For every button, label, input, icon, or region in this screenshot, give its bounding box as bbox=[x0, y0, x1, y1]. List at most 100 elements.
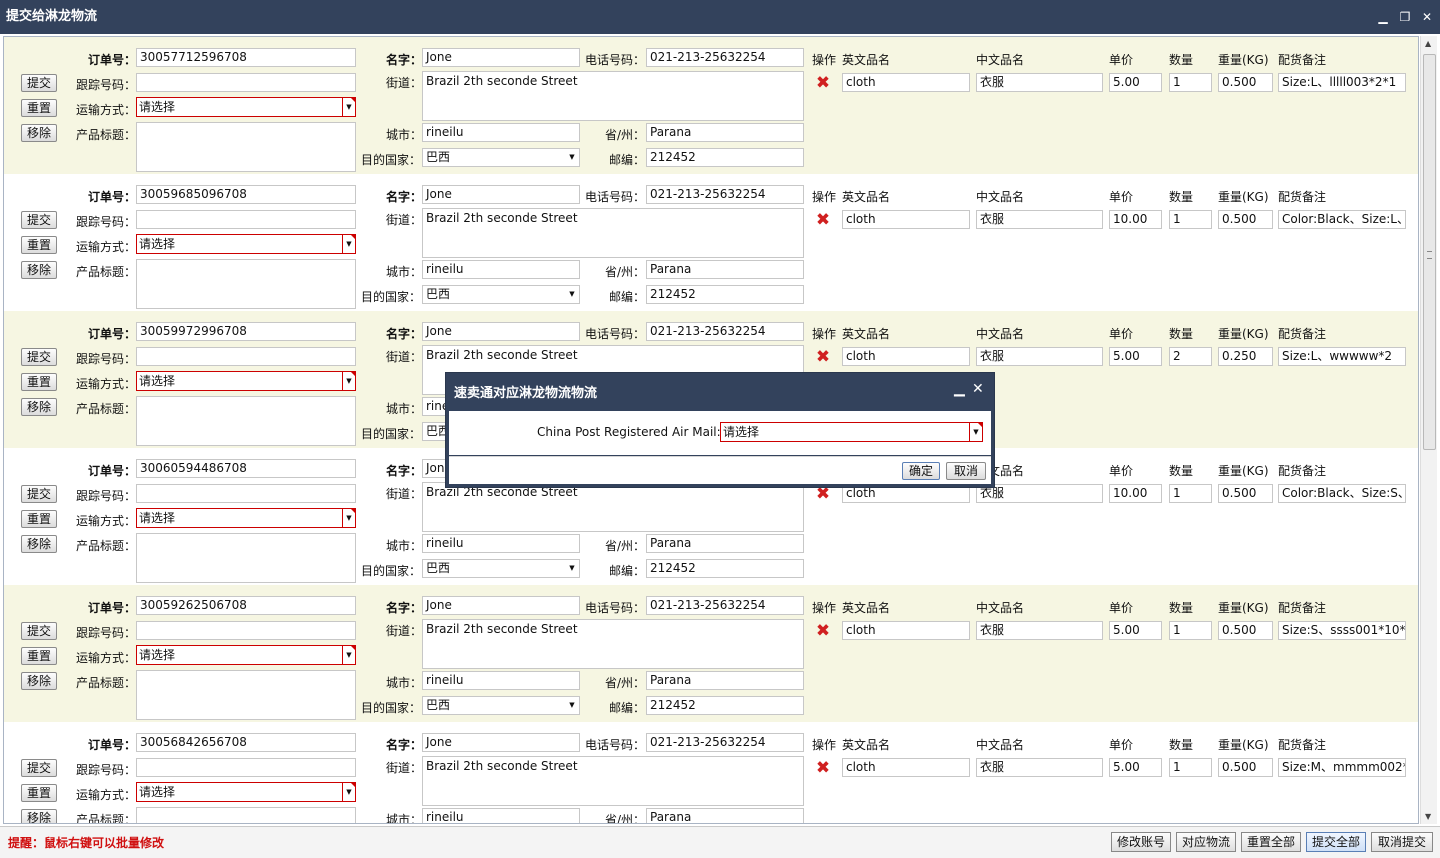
price-field[interactable]: 5.00 bbox=[1109, 758, 1162, 777]
province-field[interactable]: Parana bbox=[646, 123, 804, 142]
cn-name-field[interactable]: 衣服 bbox=[976, 73, 1103, 92]
country-select[interactable]: 巴西 ▼ bbox=[422, 285, 580, 304]
qty-field[interactable]: 2 bbox=[1169, 347, 1212, 366]
remove-button[interactable]: 移除 bbox=[21, 672, 57, 690]
chevron-down-icon[interactable]: ▼ bbox=[565, 149, 579, 166]
delete-icon[interactable]: ✖ bbox=[815, 212, 831, 229]
remove-button[interactable]: 移除 bbox=[21, 398, 57, 416]
tracking-field[interactable] bbox=[136, 210, 356, 229]
order-no-field[interactable]: 30057712596708 bbox=[136, 48, 356, 67]
reset-button[interactable]: 重置 bbox=[21, 784, 57, 802]
close-icon[interactable]: ✕ bbox=[1420, 0, 1434, 34]
price-field[interactable]: 5.00 bbox=[1109, 347, 1162, 366]
submit-button[interactable]: 提交 bbox=[21, 74, 57, 92]
qty-field[interactable]: 1 bbox=[1169, 621, 1212, 640]
cancel-submit-button[interactable]: 取消提交 bbox=[1371, 832, 1433, 852]
en-name-field[interactable]: cloth bbox=[842, 621, 970, 640]
phone-field[interactable]: 021-213-25632254 bbox=[646, 733, 804, 752]
scrollbar-thumb[interactable] bbox=[1423, 54, 1436, 450]
reset-button[interactable]: 重置 bbox=[21, 647, 57, 665]
weight-field[interactable]: 0.500 bbox=[1218, 73, 1273, 92]
product-title-field[interactable] bbox=[136, 807, 356, 823]
submit-button[interactable]: 提交 bbox=[21, 622, 57, 640]
reset-button[interactable]: 重置 bbox=[21, 99, 57, 117]
tracking-field[interactable] bbox=[136, 73, 356, 92]
tracking-field[interactable] bbox=[136, 621, 356, 640]
minimize-icon[interactable]: ▁ bbox=[1376, 0, 1390, 34]
name-field[interactable]: Jone bbox=[422, 322, 580, 341]
dialog-ok-button[interactable]: 确定 bbox=[902, 462, 940, 480]
tracking-field[interactable] bbox=[136, 347, 356, 366]
street-field[interactable]: Brazil 2th seconde Street bbox=[422, 482, 804, 532]
street-field[interactable]: Brazil 2th seconde Street bbox=[422, 619, 804, 669]
cn-name-field[interactable]: 衣服 bbox=[976, 621, 1103, 640]
delete-icon[interactable]: ✖ bbox=[815, 75, 831, 92]
zip-field[interactable]: 212452 bbox=[646, 285, 804, 304]
en-name-field[interactable]: cloth bbox=[842, 73, 970, 92]
modify-account-button[interactable]: 修改账号 bbox=[1111, 832, 1171, 852]
qty-field[interactable]: 1 bbox=[1169, 73, 1212, 92]
weight-field[interactable]: 0.500 bbox=[1218, 758, 1273, 777]
dialog-minimize-icon[interactable]: ▁ bbox=[954, 381, 965, 397]
remove-button[interactable]: 移除 bbox=[21, 261, 57, 279]
delete-icon[interactable]: ✖ bbox=[815, 486, 831, 503]
name-field[interactable]: Jone bbox=[422, 733, 580, 752]
weight-field[interactable]: 0.500 bbox=[1218, 210, 1273, 229]
chevron-down-icon[interactable]: ▼ bbox=[565, 697, 579, 714]
price-field[interactable]: 5.00 bbox=[1109, 73, 1162, 92]
reset-all-button[interactable]: 重置全部 bbox=[1241, 832, 1301, 852]
note-field[interactable]: Size:M、mmmm002* bbox=[1278, 758, 1406, 777]
weight-field[interactable]: 0.500 bbox=[1218, 621, 1273, 640]
order-no-field[interactable]: 30060594486708 bbox=[136, 459, 356, 478]
qty-field[interactable]: 1 bbox=[1169, 758, 1212, 777]
price-field[interactable]: 5.00 bbox=[1109, 621, 1162, 640]
province-field[interactable]: Parana bbox=[646, 260, 804, 279]
note-field[interactable]: Size:L、wwwww*2 bbox=[1278, 347, 1406, 366]
product-title-field[interactable] bbox=[136, 533, 356, 583]
note-field[interactable]: Color:Black、Size:L、( bbox=[1278, 210, 1406, 229]
order-no-field[interactable]: 30056842656708 bbox=[136, 733, 356, 752]
price-field[interactable]: 10.00 bbox=[1109, 484, 1162, 503]
province-field[interactable]: Parana bbox=[646, 808, 804, 823]
shipping-select[interactable]: 请选择 ▼ bbox=[136, 371, 356, 391]
dialog-logistics-select[interactable]: 请选择 ▼ bbox=[720, 422, 983, 442]
vertical-scrollbar[interactable]: ▲ ▼ bbox=[1420, 36, 1437, 824]
note-field[interactable]: Color:Black、Size:S、 bbox=[1278, 484, 1406, 503]
order-no-field[interactable]: 30059685096708 bbox=[136, 185, 356, 204]
remove-button[interactable]: 移除 bbox=[21, 535, 57, 553]
shipping-select[interactable]: 请选择 ▼ bbox=[136, 645, 356, 665]
tracking-field[interactable] bbox=[136, 484, 356, 503]
en-name-field[interactable]: cloth bbox=[842, 758, 970, 777]
country-select[interactable]: 巴西 ▼ bbox=[422, 559, 580, 578]
shipping-select[interactable]: 请选择 ▼ bbox=[136, 782, 356, 802]
order-no-field[interactable]: 30059262506708 bbox=[136, 596, 356, 615]
scroll-down-icon[interactable]: ▼ bbox=[1425, 812, 1431, 821]
submit-all-button[interactable]: 提交全部 bbox=[1306, 832, 1366, 852]
reset-button[interactable]: 重置 bbox=[21, 373, 57, 391]
street-field[interactable]: Brazil 2th seconde Street bbox=[422, 208, 804, 258]
zip-field[interactable]: 212452 bbox=[646, 559, 804, 578]
product-title-field[interactable] bbox=[136, 122, 356, 172]
chevron-down-icon[interactable]: ▼ bbox=[565, 286, 579, 303]
name-field[interactable]: Jone bbox=[422, 185, 580, 204]
cn-name-field[interactable]: 衣服 bbox=[976, 347, 1103, 366]
en-name-field[interactable]: cloth bbox=[842, 210, 970, 229]
qty-field[interactable]: 1 bbox=[1169, 484, 1212, 503]
restore-icon[interactable]: ❐ bbox=[1398, 0, 1412, 34]
scroll-up-icon[interactable]: ▲ bbox=[1425, 39, 1431, 48]
city-field[interactable]: rineilu bbox=[422, 671, 580, 690]
price-field[interactable]: 10.00 bbox=[1109, 210, 1162, 229]
delete-icon[interactable]: ✖ bbox=[815, 623, 831, 640]
weight-field[interactable]: 0.250 bbox=[1218, 347, 1273, 366]
city-field[interactable]: rineilu bbox=[422, 260, 580, 279]
zip-field[interactable]: 212452 bbox=[646, 148, 804, 167]
phone-field[interactable]: 021-213-25632254 bbox=[646, 48, 804, 67]
submit-button[interactable]: 提交 bbox=[21, 211, 57, 229]
phone-field[interactable]: 021-213-25632254 bbox=[646, 185, 804, 204]
city-field[interactable]: rineilu bbox=[422, 534, 580, 553]
province-field[interactable]: Parana bbox=[646, 534, 804, 553]
submit-button[interactable]: 提交 bbox=[21, 759, 57, 777]
qty-field[interactable]: 1 bbox=[1169, 210, 1212, 229]
dialog-close-icon[interactable]: ✕ bbox=[972, 381, 984, 397]
delete-icon[interactable]: ✖ bbox=[815, 760, 831, 777]
